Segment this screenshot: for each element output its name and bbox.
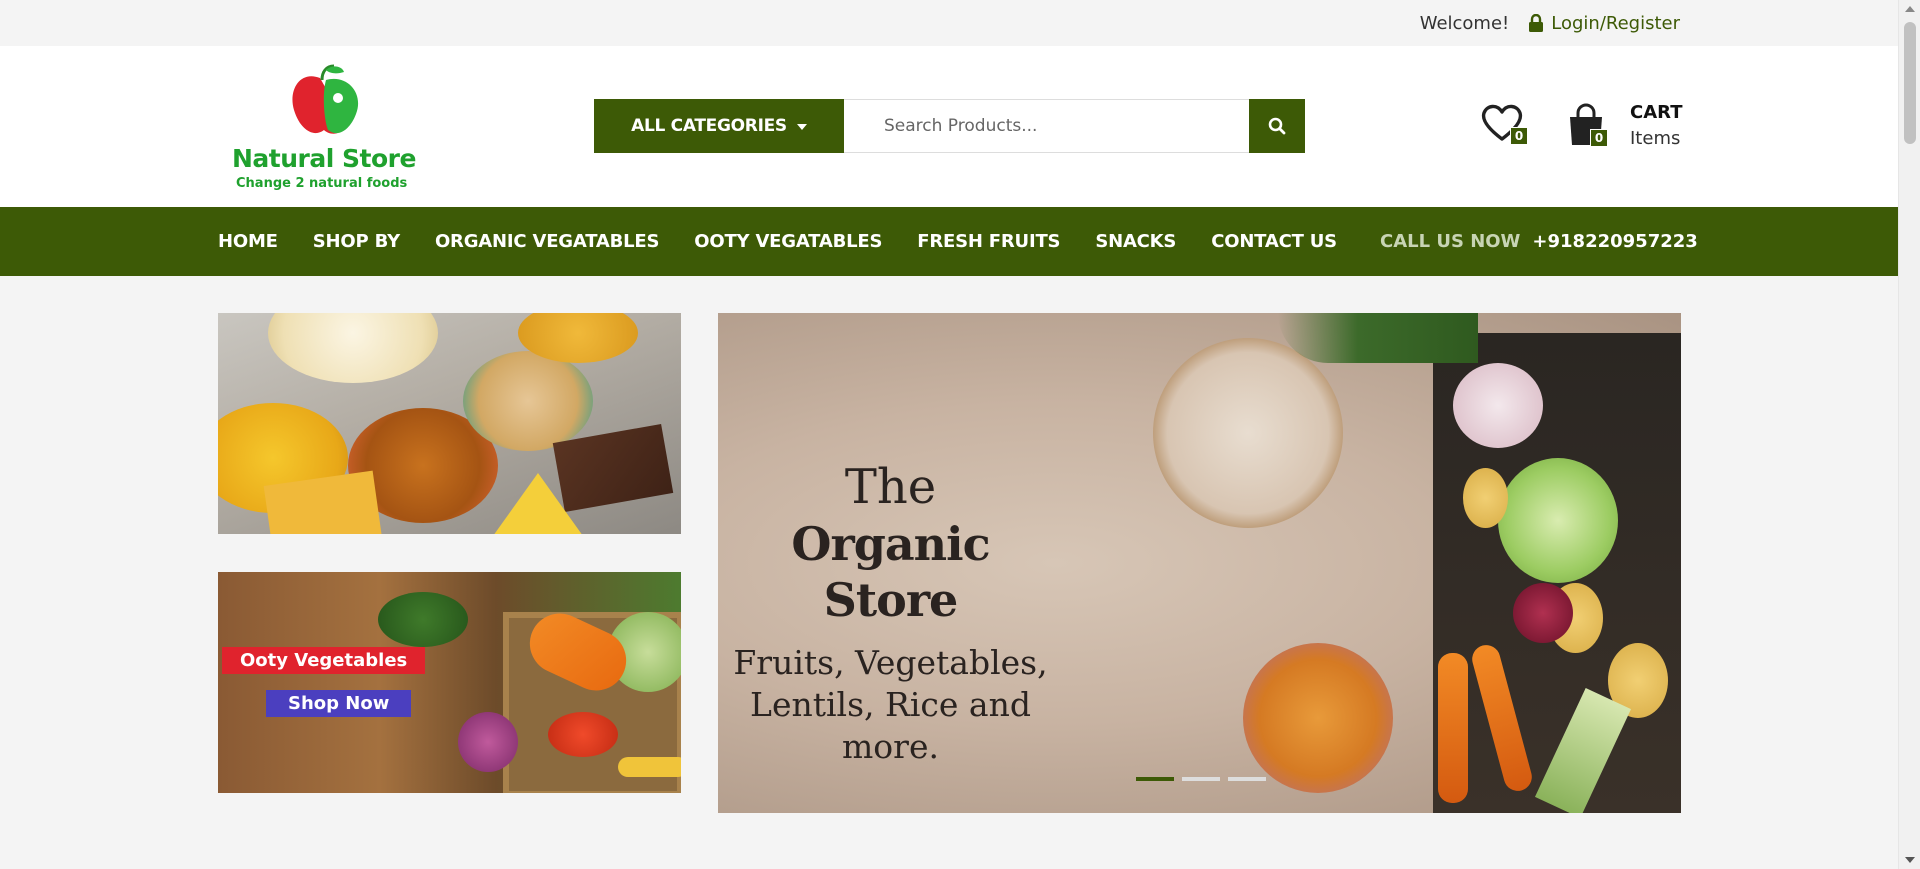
ooty-vegetables-tag: Ooty Vegetables bbox=[222, 647, 426, 674]
snacks-banner[interactable] bbox=[218, 313, 681, 534]
ooty-vegetables-banner[interactable]: Ooty Vegetables Shop Now bbox=[218, 572, 681, 793]
search-bar: ALL CATEGORIES bbox=[594, 99, 1305, 153]
slider-dot-1[interactable] bbox=[1136, 777, 1174, 781]
nav-menu: HOME SHOP BY ORGANIC VEGATABLES OOTY VEG… bbox=[218, 207, 1372, 276]
all-categories-label: ALL CATEGORIES bbox=[631, 116, 787, 136]
main-nav: HOME SHOP BY ORGANIC VEGATABLES OOTY VEG… bbox=[0, 207, 1898, 276]
page-scrollbar[interactable] bbox=[1898, 0, 1920, 869]
login-register-label: Login/Register bbox=[1551, 12, 1680, 34]
nav-item-ooty-vegetables[interactable]: OOTY VEGATABLES bbox=[694, 231, 882, 252]
peanut-bowl bbox=[463, 351, 593, 451]
logo-title: Natural Store bbox=[232, 144, 416, 173]
broccoli bbox=[378, 592, 468, 647]
wishlist-count-badge: 0 bbox=[1510, 127, 1528, 145]
search-button[interactable] bbox=[1249, 99, 1305, 153]
call-us-label: CALL US NOW bbox=[1380, 231, 1521, 252]
all-categories-dropdown[interactable]: ALL CATEGORIES bbox=[594, 99, 844, 153]
lentil-bowl bbox=[1243, 643, 1393, 793]
hero-title-line2: Organic Store bbox=[791, 517, 990, 627]
site-header: Natural Store Change 2 natural foods ALL… bbox=[0, 46, 1920, 207]
carrots-hero bbox=[1438, 653, 1468, 803]
hero-subtitle-line1: Fruits, Vegetables, bbox=[733, 643, 1048, 682]
cabbage-vegetable bbox=[1498, 458, 1618, 583]
nav-item-shop-by[interactable]: SHOP BY bbox=[313, 231, 400, 252]
call-us: CALL US NOW +918220957223 bbox=[1380, 207, 1698, 276]
cart-items-label: Items bbox=[1630, 128, 1681, 149]
cart-summary[interactable]: CART Items bbox=[1630, 100, 1682, 152]
tomatoes bbox=[548, 712, 618, 757]
welcome-text: Welcome! bbox=[1419, 12, 1510, 34]
login-register-link[interactable]: Login/Register bbox=[1529, 13, 1680, 34]
shop-now-button[interactable]: Shop Now bbox=[266, 690, 412, 717]
caret-down-icon bbox=[796, 124, 807, 130]
lock-icon bbox=[1529, 13, 1544, 32]
potato-3 bbox=[1463, 468, 1508, 528]
cart-title: CART bbox=[1630, 102, 1683, 123]
scroll-thumb[interactable] bbox=[1904, 22, 1916, 144]
scroll-up-arrow-icon[interactable] bbox=[1905, 6, 1915, 12]
nav-item-organic-vegetables[interactable]: ORGANIC VEGATABLES bbox=[435, 231, 660, 252]
nav-item-snacks[interactable]: SNACKS bbox=[1095, 231, 1176, 252]
scroll-down-arrow-icon[interactable] bbox=[1905, 857, 1915, 863]
corn bbox=[618, 757, 681, 777]
slider-dot-3[interactable] bbox=[1228, 777, 1266, 781]
slider-dot-2[interactable] bbox=[1182, 777, 1220, 781]
hero-title-line1: The bbox=[844, 459, 937, 515]
call-us-number[interactable]: +918220957223 bbox=[1532, 231, 1697, 252]
cart-count-badge: 0 bbox=[1590, 129, 1608, 147]
herb-leaves bbox=[1278, 313, 1478, 363]
popcorn-bowl bbox=[268, 313, 438, 383]
garlic-bulb bbox=[1453, 363, 1543, 448]
rice-bowl bbox=[1153, 338, 1343, 528]
hero-subtitle-line2: Lentils, Rice and more. bbox=[750, 685, 1031, 766]
logo-tagline: Change 2 natural foods bbox=[236, 176, 408, 191]
apple-logo-icon bbox=[292, 64, 359, 134]
nav-item-fresh-fruits[interactable]: FRESH FRUITS bbox=[917, 231, 1060, 252]
site-logo[interactable]: Natural Store Change 2 natural foods bbox=[230, 64, 420, 192]
nacho-triangle bbox=[488, 473, 588, 534]
red-onion bbox=[1513, 583, 1573, 643]
nav-item-contact-us[interactable]: CONTACT US bbox=[1211, 231, 1337, 252]
wishlist-button[interactable]: 0 bbox=[1480, 103, 1530, 151]
slider-dots bbox=[1136, 777, 1266, 781]
cart-button[interactable]: 0 bbox=[1566, 103, 1626, 159]
hero-slider[interactable]: The Organic Store Fruits, Vegetables, Le… bbox=[718, 313, 1681, 813]
red-cabbage bbox=[458, 712, 518, 772]
nav-item-home[interactable]: HOME bbox=[218, 231, 278, 252]
top-bar: Welcome! Login/Register bbox=[0, 0, 1920, 46]
hero-text: The Organic Store Fruits, Vegetables, Le… bbox=[718, 458, 1063, 768]
search-icon bbox=[1268, 117, 1286, 135]
search-input[interactable] bbox=[844, 99, 1249, 153]
